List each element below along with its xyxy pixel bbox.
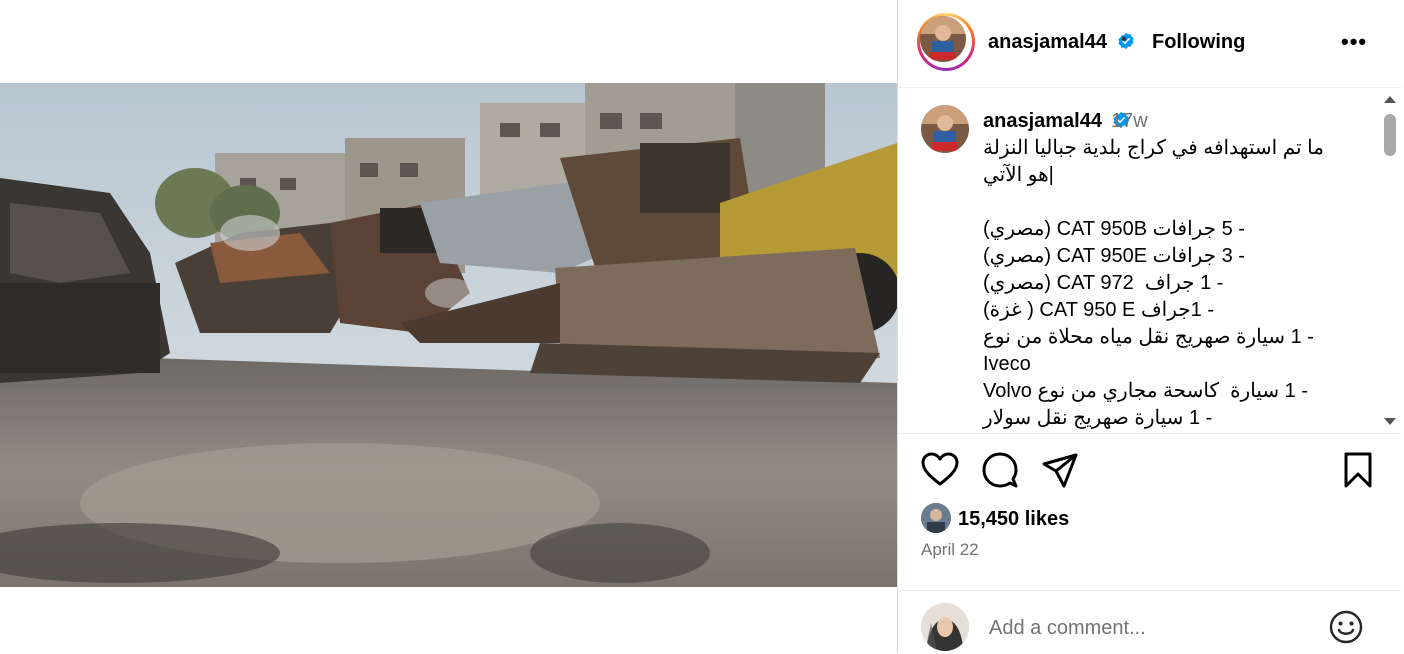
scroll-up-icon[interactable] xyxy=(1384,96,1396,103)
current-user-avatar xyxy=(921,603,969,651)
caption-author-avatar[interactable] xyxy=(921,105,969,153)
heart-icon[interactable] xyxy=(920,450,960,490)
caption-line xyxy=(983,189,1338,216)
post-time-ago[interactable]: 17w xyxy=(1111,110,1148,133)
post-actions xyxy=(898,450,1402,496)
caption-area: anasjamal44 17w ما تم استهدافه في كراج ب… xyxy=(898,88,1402,434)
caption-scrollbar[interactable] xyxy=(1381,88,1397,433)
liker-avatar[interactable] xyxy=(921,503,951,533)
emoji-icon[interactable] xyxy=(1328,609,1364,645)
comment-icon[interactable] xyxy=(980,450,1020,490)
caption-line: - 1 سيارة كاسحة مجاري من نوع Volvo xyxy=(983,380,1309,402)
author-username[interactable]: anasjamal44 xyxy=(988,31,1135,54)
following-button[interactable]: Following xyxy=(1152,31,1245,54)
caption-username[interactable]: anasjamal44 xyxy=(983,110,1130,133)
post-side-panel: anasjamal44 • Following ••• anasjamal44 xyxy=(898,0,1402,653)
scroll-down-icon[interactable] xyxy=(1384,418,1396,425)
caption-line: - 3 جرافات CAT 950E (مصري) xyxy=(983,245,1245,267)
caption-line: - 1 سيارة صهريج نقل مياه محلاة من نوع xyxy=(983,326,1314,348)
caption-username-text[interactable]: anasjamal44 xyxy=(983,110,1102,132)
post-media-area xyxy=(0,0,897,653)
caption-line: ما تم استهدافه في كراج بلدية جباليا النز… xyxy=(983,137,1324,159)
caption-line: - 1جراف CAT 950 E ( غزة) xyxy=(983,299,1214,321)
post-header: anasjamal44 • Following ••• xyxy=(898,0,1402,88)
bookmark-icon[interactable] xyxy=(1338,450,1378,490)
post-date[interactable]: April 22 xyxy=(921,540,979,560)
username-text[interactable]: anasjamal44 xyxy=(988,31,1107,53)
add-comment-row: Add a comment... xyxy=(898,590,1402,654)
send-icon[interactable] xyxy=(1040,450,1080,490)
author-avatar[interactable] xyxy=(917,13,975,71)
caption-line: Iveco xyxy=(983,353,1031,375)
header-separator: • xyxy=(1121,31,1127,48)
more-options-icon[interactable]: ••• xyxy=(1341,29,1367,55)
scrollbar-thumb[interactable] xyxy=(1384,114,1396,156)
caption-line: |هو الآتي xyxy=(983,164,1054,186)
caption-line: - 5 جرافات CAT 950B (مصري) xyxy=(983,218,1245,240)
likes-count[interactable]: 15,450 likes xyxy=(958,508,1069,531)
caption-line: - 1 جراف CAT 972 (مصري) xyxy=(983,272,1224,294)
post-photo[interactable] xyxy=(0,83,897,587)
comment-input[interactable]: Add a comment... xyxy=(989,617,1146,640)
caption-line: - 1 سيارة صهريج نقل سولار xyxy=(983,407,1213,429)
caption-text: ما تم استهدافه في كراج بلدية جباليا النز… xyxy=(983,135,1338,432)
